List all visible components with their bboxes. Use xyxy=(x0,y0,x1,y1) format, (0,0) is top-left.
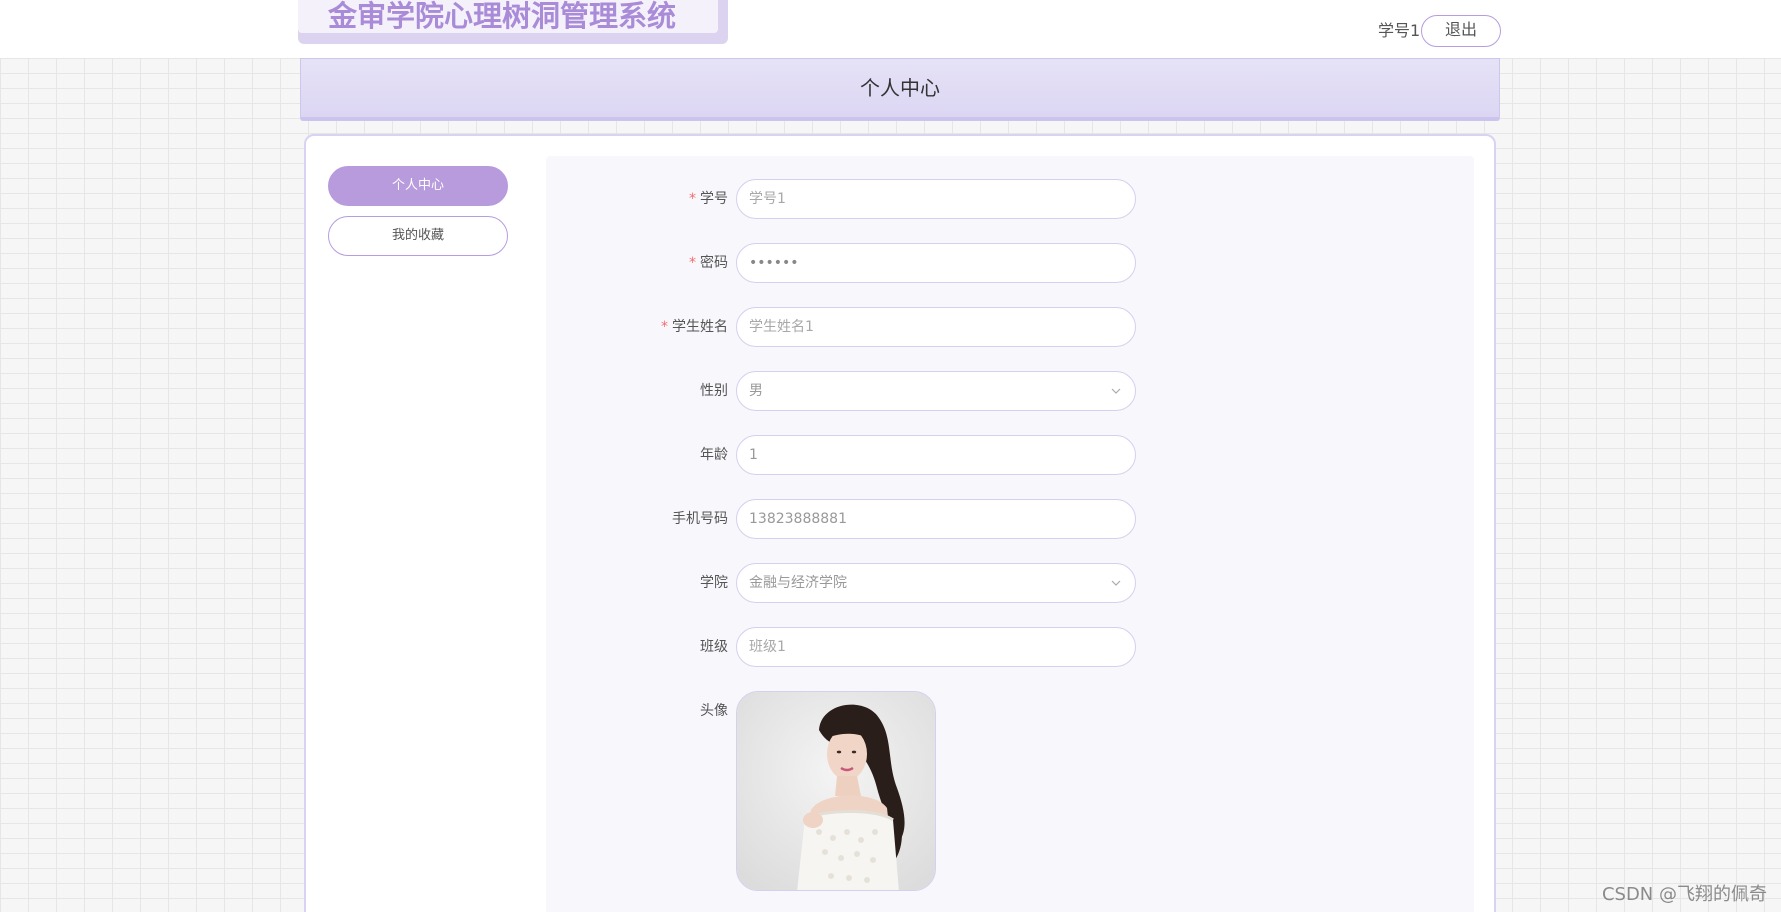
gender-select[interactable]: 男 xyxy=(736,371,1136,411)
password-label: * 密码 xyxy=(689,255,728,271)
chevron-down-icon xyxy=(1111,388,1121,394)
logout-button[interactable]: 退出 xyxy=(1421,15,1501,47)
gender-selected-value: 男 xyxy=(749,383,763,399)
student-id-input[interactable] xyxy=(736,179,1136,219)
form-row-student-id: * 学号 xyxy=(546,179,1474,219)
page-title-bar: 个人中心 xyxy=(300,58,1500,121)
phone-input[interactable] xyxy=(736,499,1136,539)
college-select[interactable]: 金融与经济学院 xyxy=(736,563,1136,603)
form-row-class: 班级 xyxy=(546,627,1474,667)
current-user-name: 学号1 xyxy=(1378,21,1421,40)
form-row-phone: 手机号码 xyxy=(546,499,1474,539)
form-row-student-name: * 学生姓名 xyxy=(546,307,1474,347)
chevron-down-icon xyxy=(1111,580,1121,586)
college-selected-value: 金融与经济学院 xyxy=(749,575,847,591)
form-row-avatar: 头像 xyxy=(546,691,1474,891)
page-title: 个人中心 xyxy=(860,76,940,100)
form-row-password: * 密码 •••••• xyxy=(546,243,1474,283)
profile-form: *学号 *密码 •••••• *学生姓名 性别 男 年龄 手机号码 xyxy=(546,156,1474,912)
class-input[interactable] xyxy=(736,627,1136,667)
phone-label: 手机号码 xyxy=(672,511,728,527)
form-row-gender: 性别 男 xyxy=(546,371,1474,411)
form-row-college: 学院 金融与经济学院 xyxy=(546,563,1474,603)
avatar-upload[interactable] xyxy=(736,691,936,891)
avatar-label: 头像 xyxy=(700,703,728,719)
main-card: 个人中心 我的收藏 *学号 *密码 •••••• *学生姓名 性别 男 年龄 xyxy=(304,134,1496,912)
student-name-label: * 学生姓名 xyxy=(661,319,728,335)
watermark: CSDN @飞翔的佩奇 xyxy=(1601,884,1767,905)
form-row-age: 年龄 xyxy=(546,435,1474,475)
student-id-label: * 学号 xyxy=(689,191,728,207)
gender-label: 性别 xyxy=(700,383,728,399)
sidebar-item-profile[interactable]: 个人中心 xyxy=(328,166,508,206)
college-label: 学院 xyxy=(700,575,728,591)
top-header: 金审学院心理树洞管理系统 学号1 退出 xyxy=(0,0,1781,58)
avatar-image xyxy=(737,692,935,890)
student-name-input[interactable] xyxy=(736,307,1136,347)
sidebar-item-favorites[interactable]: 我的收藏 xyxy=(328,216,508,256)
app-title: 金审学院心理树洞管理系统 xyxy=(328,0,677,33)
age-input[interactable] xyxy=(736,435,1136,475)
password-input[interactable]: •••••• xyxy=(736,243,1136,283)
class-label: 班级 xyxy=(700,639,728,655)
age-label: 年龄 xyxy=(700,447,728,463)
